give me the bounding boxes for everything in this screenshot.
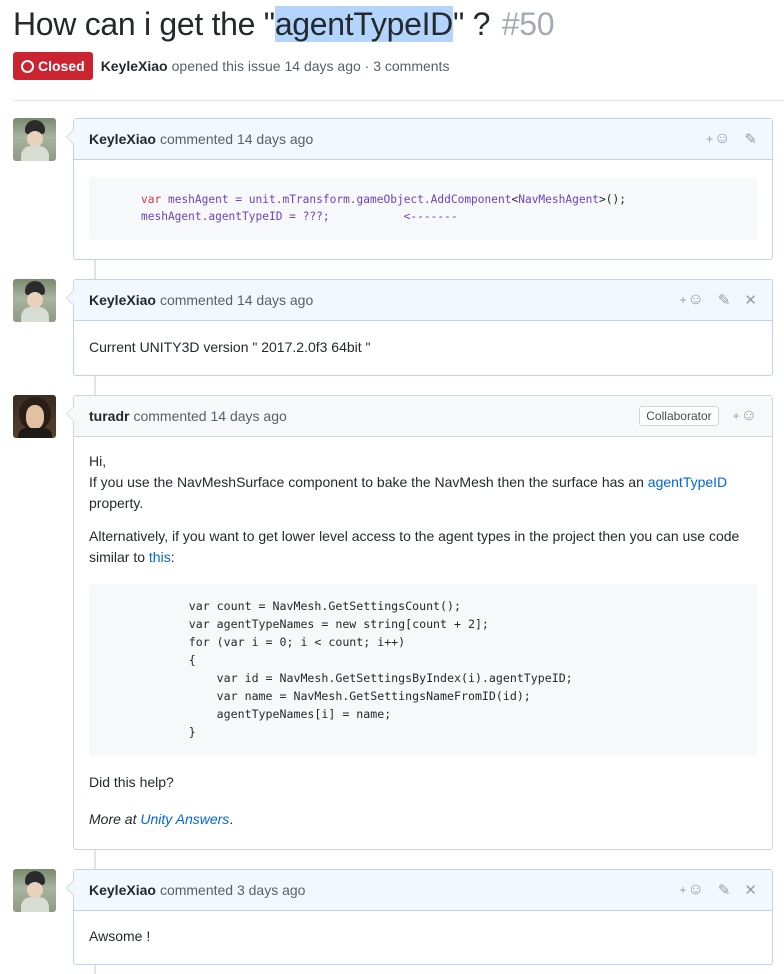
- code-text: >();: [599, 193, 626, 206]
- edit-pencil-icon[interactable]: ✎: [718, 881, 731, 899]
- add-reaction-button[interactable]: + ☺: [679, 881, 703, 899]
- this-link[interactable]: this: [149, 549, 171, 565]
- comment: KeyleXiao commented 14 days ago + ☺ ✎ var…: [66, 118, 773, 260]
- comment-body: Current UNITY3D version " 2017.2.0f3 64b…: [74, 321, 772, 373]
- issue-title: How can i get the "agentTypeID" ? #50: [13, 6, 555, 43]
- paragraph-text: Alternatively, if you want to get lower …: [89, 528, 740, 565]
- comment-text: Awsome !: [89, 928, 151, 944]
- avatar[interactable]: [13, 279, 56, 322]
- code-text: meshAgent = unit.mTransform.gameObject.: [161, 193, 431, 206]
- issue-opened-text: opened this issue 14 days ago · 3 commen…: [171, 58, 450, 74]
- smiley-icon: ☺: [714, 130, 731, 147]
- comment-header: KeyleXiao commented 3 days ago + ☺ ✎ ✕: [74, 870, 772, 911]
- comment-body: var meshAgent = unit.mTransform.gameObje…: [74, 160, 772, 255]
- avatar[interactable]: [13, 395, 56, 438]
- title-highlight: agentTypeID: [274, 6, 453, 42]
- comment-author-link[interactable]: KeyleXiao: [89, 131, 156, 147]
- comment: KeyleXiao commented 14 days ago + ☺ ✎ ✕ C…: [66, 279, 773, 376]
- more-at-text: More at: [89, 810, 141, 827]
- plus-icon: +: [679, 883, 687, 897]
- issue-number: #50: [501, 6, 555, 42]
- smiley-icon: ☺: [740, 407, 757, 424]
- comment-author-link[interactable]: turadr: [89, 408, 129, 424]
- issue-meta: Closed KeyleXiao opened this issue 14 da…: [13, 52, 449, 80]
- collaborator-badge: Collaborator: [639, 406, 719, 426]
- plus-icon: +: [732, 409, 740, 423]
- closed-state-badge: Closed: [13, 52, 93, 80]
- comment: KeyleXiao commented 3 days ago + ☺ ✎ ✕ Aw…: [66, 869, 773, 965]
- avatar[interactable]: [13, 869, 56, 912]
- comment-timestamp[interactable]: commented 3 days ago: [160, 882, 306, 898]
- plus-icon: +: [679, 293, 687, 307]
- smiley-icon: ☺: [687, 291, 704, 308]
- add-reaction-button[interactable]: + ☺: [733, 407, 757, 425]
- code-type: NavMeshAgent: [518, 193, 600, 206]
- state-label: Closed: [38, 58, 85, 74]
- edit-pencil-icon[interactable]: ✎: [718, 291, 731, 309]
- comment-header: KeyleXiao commented 14 days ago + ☺ ✎: [74, 119, 772, 160]
- unity-answers-link[interactable]: Unity Answers: [140, 811, 229, 827]
- edit-pencil-icon[interactable]: ✎: [744, 130, 757, 148]
- code-block: var meshAgent = unit.mTransform.gameObje…: [89, 177, 757, 240]
- add-reaction-button[interactable]: + ☺: [706, 130, 730, 148]
- code-function: AddComponent: [430, 193, 512, 206]
- comment-text: Current UNITY3D version " 2017.2.0f3 64b…: [89, 339, 371, 355]
- comment-header: turadr commented 14 days ago Collaborato…: [74, 396, 772, 437]
- title-text: How can i get the ": [13, 6, 275, 42]
- header-divider: [13, 100, 784, 101]
- timeline-connector: [94, 850, 96, 870]
- closed-issue-icon: [21, 59, 34, 73]
- agenttypeid-link[interactable]: agentTypeID: [648, 474, 727, 490]
- comment: turadr commented 14 days ago Collaborato…: [66, 395, 773, 850]
- comment-body: Awsome !: [74, 911, 772, 962]
- comment-timestamp[interactable]: commented 14 days ago: [160, 131, 313, 147]
- comment-question: Did this help?: [89, 773, 174, 790]
- timeline-connector: [94, 376, 96, 396]
- title-text-end: " ?: [452, 6, 491, 42]
- paragraph-text: If you use the NavMeshSurface component …: [89, 474, 648, 490]
- greeting-text: Hi,: [89, 453, 107, 469]
- timeline-connector: [94, 260, 96, 280]
- delete-close-icon[interactable]: ✕: [744, 881, 757, 899]
- comment-header: KeyleXiao commented 14 days ago + ☺ ✎ ✕: [74, 280, 772, 321]
- plus-icon: +: [706, 132, 714, 146]
- comment-timestamp[interactable]: commented 14 days ago: [133, 408, 286, 424]
- paragraph-text: property.: [89, 495, 144, 511]
- comment-paragraph: Hi, If you use the NavMeshSurface compone…: [89, 451, 757, 514]
- comment-author-link[interactable]: KeyleXiao: [89, 882, 156, 898]
- delete-close-icon[interactable]: ✕: [744, 291, 757, 309]
- add-reaction-button[interactable]: + ☺: [679, 291, 703, 309]
- issue-author-link[interactable]: KeyleXiao: [101, 58, 168, 74]
- period-text: .: [229, 810, 234, 827]
- comment-author-link[interactable]: KeyleXiao: [89, 292, 156, 308]
- comment-footer: More at Unity Answers.: [89, 809, 757, 830]
- paragraph-text: :: [170, 549, 175, 565]
- code-keyword: var: [141, 193, 162, 206]
- comment-body: Hi, If you use the NavMeshSurface compone…: [74, 437, 772, 845]
- comment-paragraph: Alternatively, if you want to get lower …: [89, 526, 757, 568]
- avatar[interactable]: [13, 118, 56, 161]
- comment-timestamp[interactable]: commented 14 days ago: [160, 292, 313, 308]
- code-block: var count = NavMesh.GetSettingsCount(); …: [89, 584, 757, 756]
- smiley-icon: ☺: [687, 881, 704, 898]
- code-line: meshAgent.agentTypeID = ???; <-------: [141, 210, 458, 224]
